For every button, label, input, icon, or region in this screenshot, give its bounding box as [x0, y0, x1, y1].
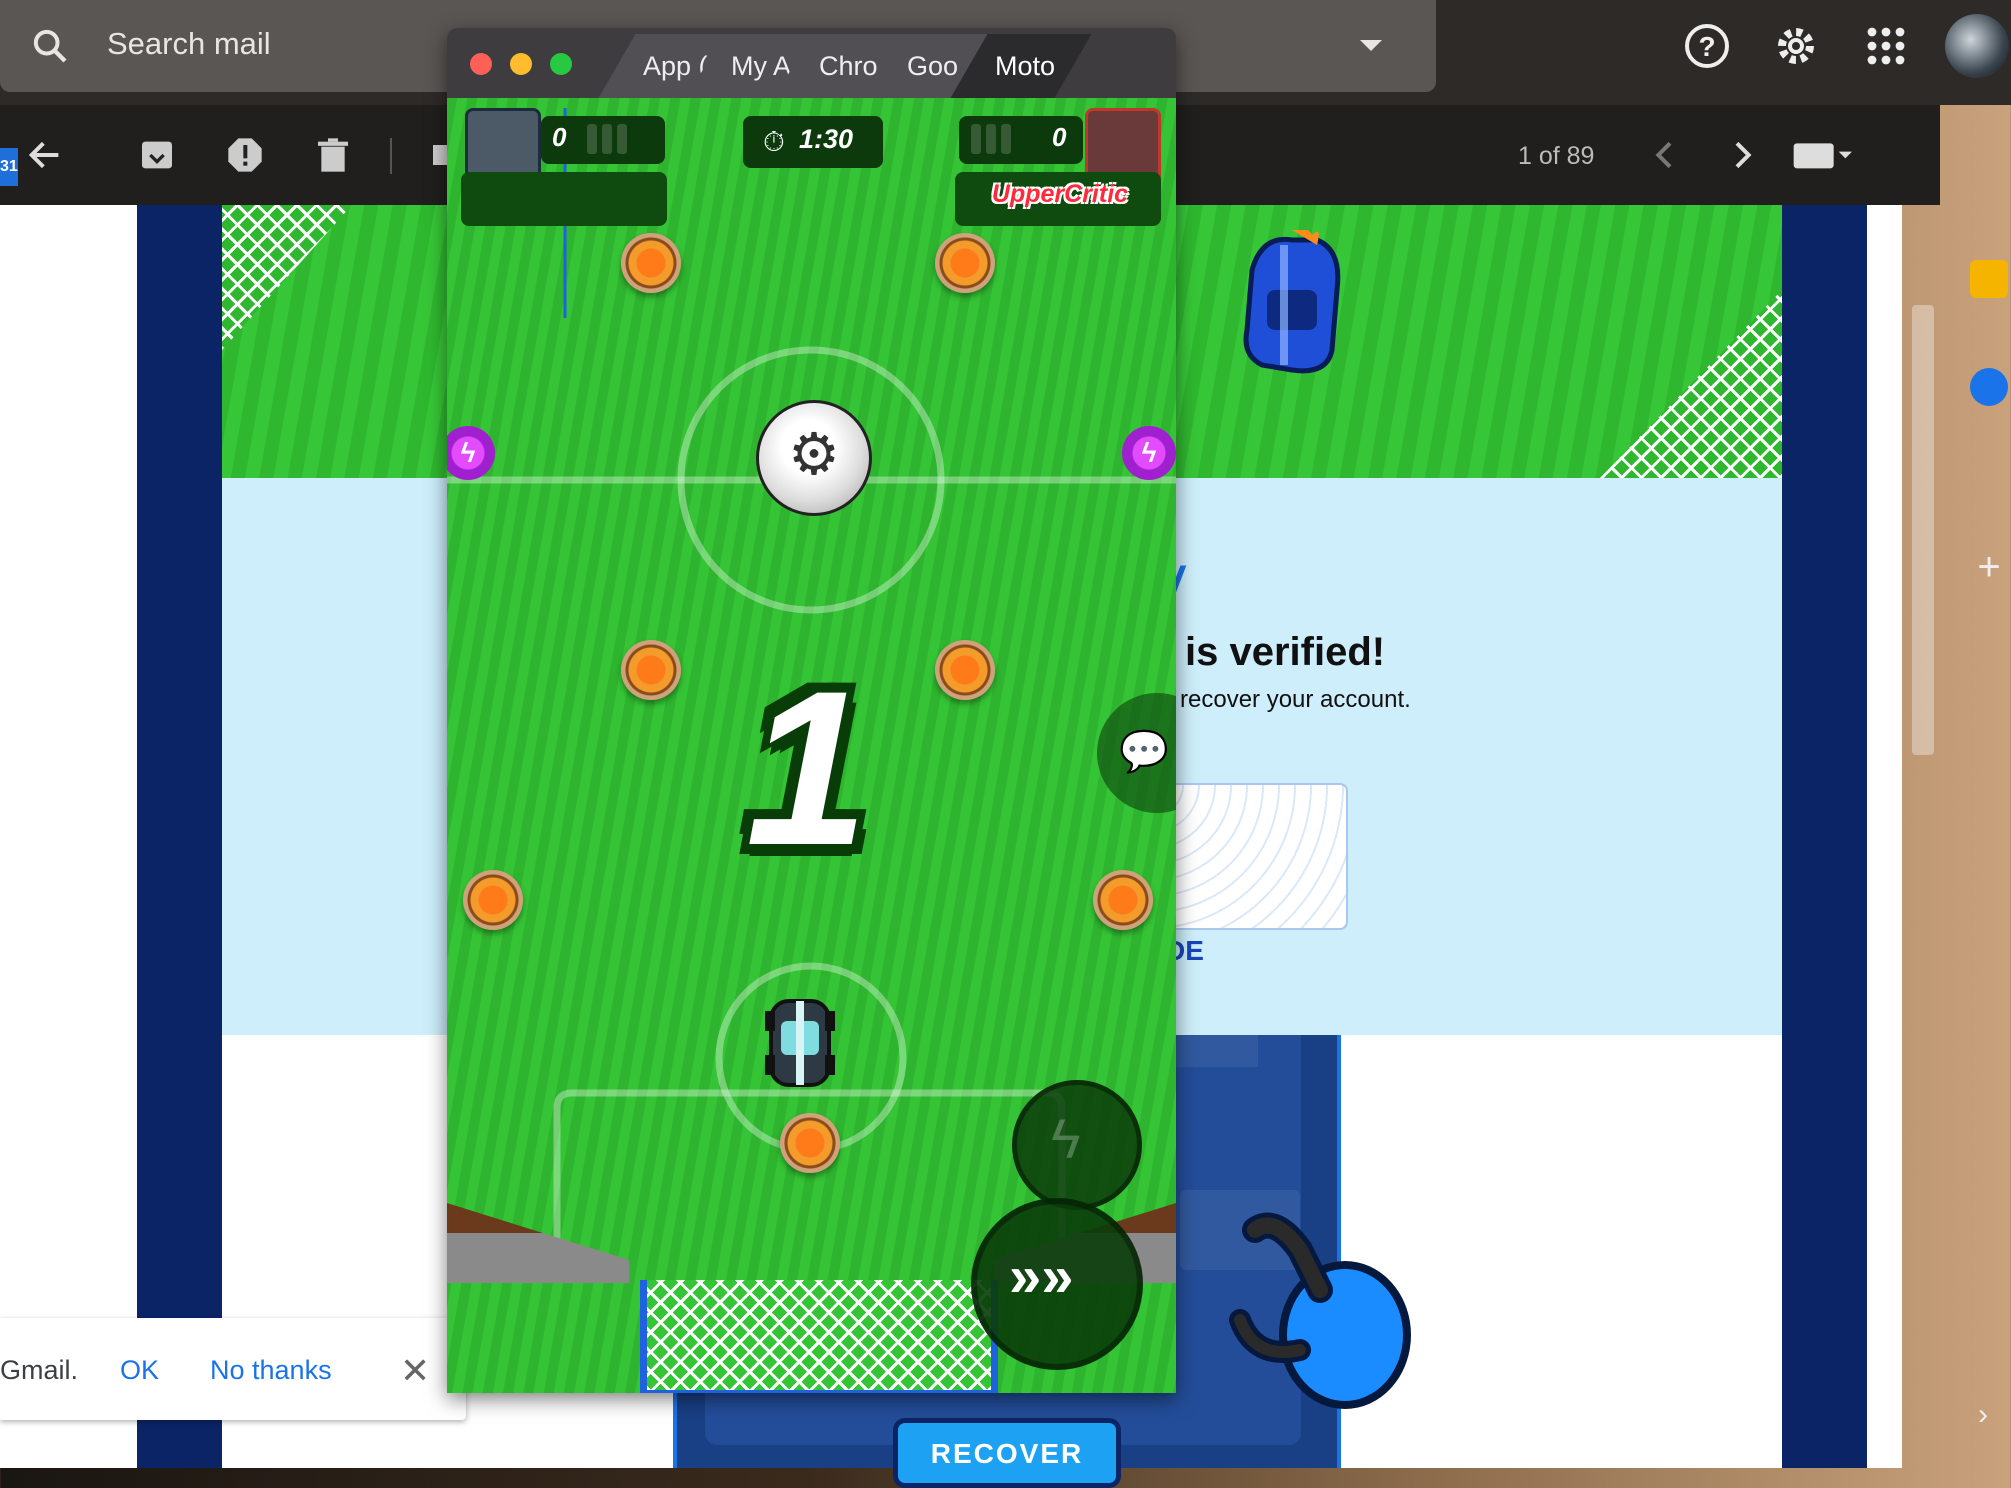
search-input[interactable]: Search mail [107, 26, 271, 62]
boost-pad [463, 870, 523, 930]
svg-text:?: ? [1698, 31, 1715, 62]
email-headline: is verified! [1185, 630, 1386, 674]
boost-pad [621, 233, 681, 293]
player2-score: 0 [1052, 122, 1067, 152]
player1-score: 0 [552, 122, 567, 152]
prev-icon[interactable] [1645, 135, 1685, 175]
snackbar-ok-button[interactable]: OK [120, 1355, 159, 1386]
player2-boost-bars [971, 124, 1016, 159]
timer-icon: ⏱ [763, 126, 785, 157]
dash-icon[interactable]: »» [1009, 1243, 1074, 1310]
apps-icon[interactable] [1862, 22, 1910, 70]
tab-label: My A [731, 51, 792, 81]
countdown-number: 1 [745, 645, 869, 891]
glove-pointer-illustration [1229, 1212, 1411, 1409]
boost-icon[interactable]: ϟ [1051, 1106, 1081, 1171]
verification-code-box [1150, 783, 1348, 930]
window-minimize-button[interactable] [510, 53, 532, 75]
email-subline: recover your account. [1180, 686, 1411, 713]
avatar[interactable] [1945, 14, 2009, 78]
pagination-count: 1 of 89 [1518, 142, 1595, 170]
close-icon[interactable]: ✕ [400, 1350, 430, 1392]
calendar-icon[interactable]: 31 [0, 148, 18, 186]
match-timer: 1:30 [799, 124, 854, 154]
boost-pad [621, 640, 681, 700]
add-icon[interactable]: + [1970, 547, 2008, 587]
tab-label: Chro [819, 51, 878, 81]
snackbar-no-thanks-button[interactable]: No thanks [210, 1355, 332, 1386]
game-window[interactable]: App ( My A Chro Goo Moto 0 ⏱ 1:30 0 Uppe… [447, 28, 1176, 1393]
scrollbar[interactable] [1912, 305, 1934, 755]
recover-button[interactable]: RECOVER [893, 1418, 1121, 1488]
boost-pad [935, 233, 995, 293]
keyboard-icon[interactable] [1792, 135, 1852, 175]
toolbar-divider [390, 138, 392, 174]
chevron-right-icon[interactable]: › [1978, 1398, 1988, 1432]
player1-boost-bars [587, 124, 632, 159]
search-icon[interactable] [30, 26, 70, 66]
boost-pad [935, 640, 995, 700]
player2-name: UpperCritic [991, 180, 1129, 208]
chat-icon[interactable]: 💬 [1119, 728, 1169, 775]
tasks-icon[interactable] [1970, 368, 2008, 406]
tab-label: Moto [995, 51, 1056, 81]
tab-label: Goo [907, 51, 959, 81]
boost-pad [1093, 870, 1153, 930]
archive-icon[interactable] [137, 135, 177, 175]
gear-icon[interactable] [1772, 22, 1820, 70]
window-maximize-button[interactable] [550, 53, 572, 75]
search-options-chevron-icon[interactable] [1360, 40, 1382, 51]
power-bolt-pickup: ϟ [1122, 426, 1176, 480]
soccer-ball: ⚙ [756, 400, 872, 516]
back-icon[interactable] [25, 135, 65, 175]
keep-icon[interactable] [1970, 260, 2008, 298]
spam-icon[interactable] [225, 135, 265, 175]
player-goal [640, 1280, 998, 1393]
help-icon[interactable]: ? [1683, 22, 1731, 70]
trash-icon[interactable] [313, 135, 353, 175]
snackbar-message: Gmail. [0, 1355, 79, 1385]
player-car [765, 999, 835, 1087]
player1-name-panel [461, 172, 667, 226]
boost-pad [780, 1113, 840, 1173]
blue-car-illustration [1243, 230, 1341, 374]
next-icon[interactable] [1722, 135, 1762, 175]
window-close-button[interactable] [470, 53, 492, 75]
